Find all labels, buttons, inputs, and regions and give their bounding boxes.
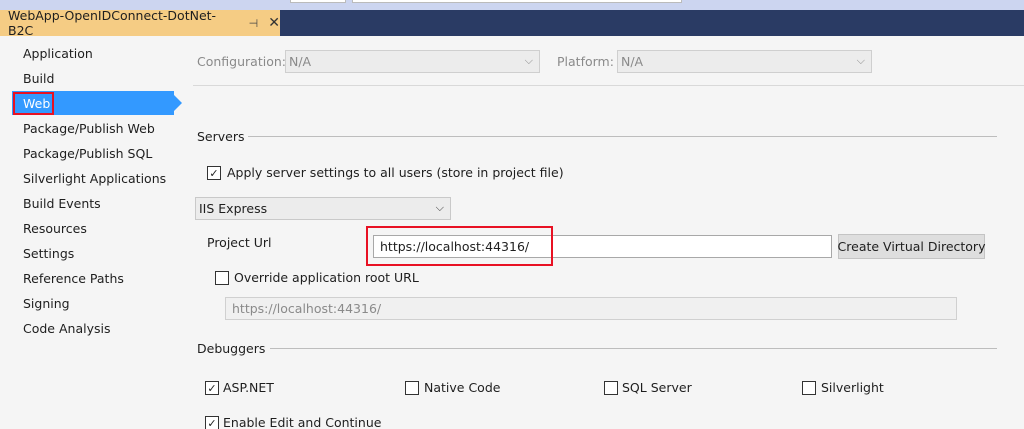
edit-and-continue-label: Enable Edit and Continue <box>223 415 382 429</box>
apply-all-users-label: Apply server settings to all users (stor… <box>227 165 564 180</box>
override-root-url-label: Override application root URL <box>234 270 419 285</box>
override-root-url-checkbox[interactable] <box>215 271 229 285</box>
sidebar-item-signing[interactable]: Signing <box>23 296 70 311</box>
toolbar-fragment <box>352 0 682 3</box>
document-tab[interactable]: WebApp-OpenIDConnect-DotNet-B2C ⊣ ✕ <box>0 8 280 38</box>
debuggers-section-label: Debuggers <box>197 341 266 356</box>
configuration-label: Configuration: <box>197 54 286 69</box>
chevron-down-icon: ⌵ <box>524 54 533 67</box>
chevron-down-icon: ⌵ <box>435 201 444 214</box>
close-icon[interactable]: ✕ <box>268 15 280 31</box>
config-divider <box>193 85 1024 86</box>
project-url-highlight-box <box>366 226 553 266</box>
silverlight-debugger-label: Silverlight <box>821 380 884 395</box>
server-value: IIS Express <box>199 201 268 216</box>
sidebar-item-code-analysis[interactable]: Code Analysis <box>23 321 110 336</box>
servers-section-label: Servers <box>197 129 245 144</box>
override-root-url-input: https://localhost:44316/ <box>225 297 957 320</box>
native-code-debugger-label: Native Code <box>424 380 501 395</box>
aspnet-debugger-label: ASP.NET <box>223 380 274 395</box>
silverlight-debugger-checkbox[interactable] <box>802 381 816 395</box>
sidebar-item-reference-paths[interactable]: Reference Paths <box>23 271 124 286</box>
project-url-label: Project Url <box>207 235 272 250</box>
sql-server-debugger-checkbox[interactable] <box>604 381 618 395</box>
aspnet-debugger-checkbox[interactable]: ✓ <box>205 381 219 395</box>
toolbar-fragment <box>290 0 346 3</box>
servers-divider <box>248 136 997 137</box>
sidebar-item-package-publish-web[interactable]: Package/Publish Web <box>23 121 155 136</box>
platform-label: Platform: <box>557 54 614 69</box>
configuration-select: N/A ⌵ <box>285 50 540 73</box>
sidebar-item-resources[interactable]: Resources <box>23 221 87 236</box>
sql-server-debugger-label: SQL Server <box>622 380 692 395</box>
sidebar-selection-arrow <box>174 95 182 111</box>
chevron-down-icon: ⌵ <box>856 54 865 67</box>
sidebar-item-settings[interactable]: Settings <box>23 246 74 261</box>
sidebar-item-application[interactable]: Application <box>23 46 93 61</box>
apply-all-users-checkbox[interactable]: ✓ <box>207 166 221 180</box>
sidebar-item-silverlight-applications[interactable]: Silverlight Applications <box>23 171 166 186</box>
document-tab-title: WebApp-OpenIDConnect-DotNet-B2C <box>8 8 217 38</box>
sidebar-item-build[interactable]: Build <box>23 71 54 86</box>
pin-icon[interactable]: ⊣ <box>249 17 259 30</box>
platform-select: N/A ⌵ <box>617 50 872 73</box>
sidebar-item-build-events[interactable]: Build Events <box>23 196 101 211</box>
create-virtual-directory-button[interactable]: Create Virtual Directory <box>838 234 985 259</box>
edit-and-continue-checkbox[interactable]: ✓ <box>205 416 219 429</box>
web-highlight-box <box>13 92 54 115</box>
sidebar-item-package-publish-sql[interactable]: Package/Publish SQL <box>23 146 152 161</box>
server-select[interactable]: IIS Express ⌵ <box>195 197 451 220</box>
debuggers-divider <box>270 348 997 349</box>
native-code-debugger-checkbox[interactable] <box>405 381 419 395</box>
platform-value: N/A <box>621 54 644 69</box>
property-pages-sidebar: Application Build Web Package/Publish We… <box>0 36 182 429</box>
configuration-value: N/A <box>289 54 312 69</box>
